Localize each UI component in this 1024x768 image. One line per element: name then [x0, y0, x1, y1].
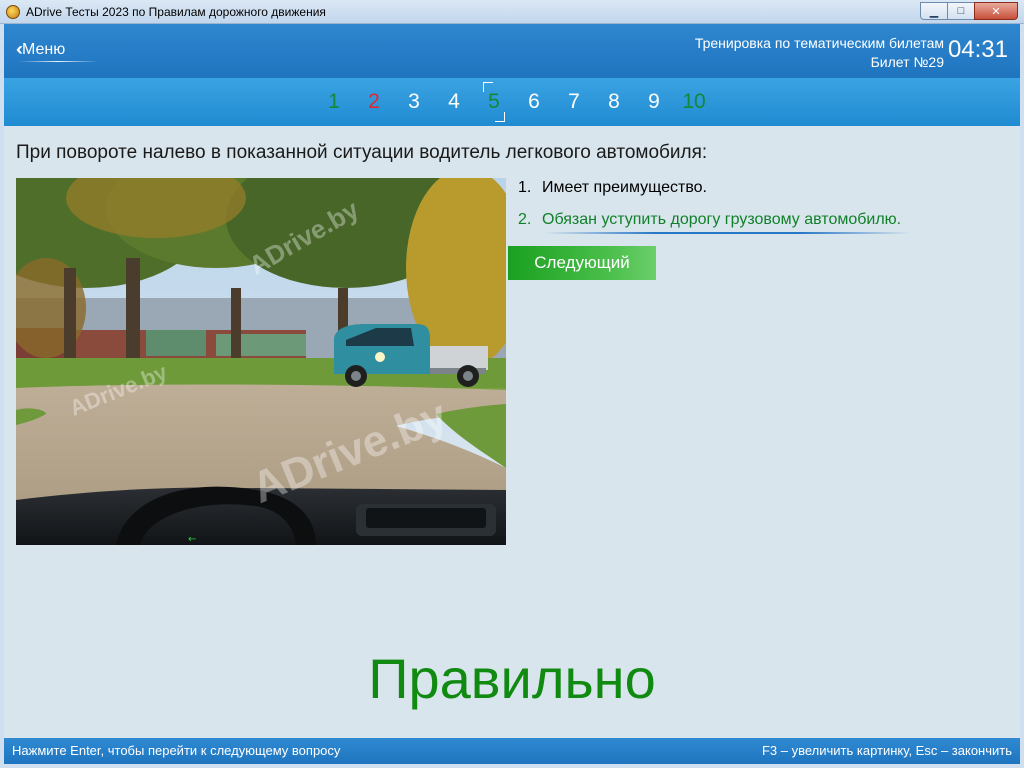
- question-number[interactable]: 10: [674, 78, 714, 126]
- window-titlebar: ADrive Тесты 2023 по Правилам дорожного …: [0, 0, 1024, 24]
- question-number[interactable]: 9: [634, 78, 674, 126]
- next-button[interactable]: Следующий: [508, 246, 656, 280]
- svg-text:←: ←: [188, 534, 196, 545]
- ticket-info: Тренировка по тематическим билетам Билет…: [695, 34, 944, 72]
- app-logo-icon: [6, 5, 20, 19]
- result-text: Правильно: [368, 647, 656, 710]
- question-number[interactable]: 1: [314, 78, 354, 126]
- double-chevron-left-icon: ‹‹: [16, 39, 23, 59]
- status-hint-left: Нажмите Enter, чтобы перейти к следующем…: [12, 743, 341, 758]
- maximize-button[interactable]: □: [947, 2, 975, 20]
- question-number[interactable]: 2: [354, 78, 394, 126]
- top-header: ‹‹ Меню Тренировка по тематическим билет…: [4, 24, 1020, 78]
- question-text: При повороте налево в показанной ситуаци…: [16, 142, 708, 163]
- answer-text: Обязан уступить дорогу грузовому автомоб…: [542, 211, 902, 228]
- question-number[interactable]: 4: [434, 78, 474, 126]
- question-number[interactable]: 3: [394, 78, 434, 126]
- road-scene-illustration: ← ADrive.by ADrive.by ADrive.by: [16, 178, 506, 545]
- answer-number: 2.: [518, 211, 532, 228]
- question-number[interactable]: 7: [554, 78, 594, 126]
- maximize-icon: □: [957, 5, 965, 17]
- answer-option-1[interactable]: 1. Имеет преимущество.: [518, 178, 901, 198]
- question-numbers: 1 2 3 4 5 6 7 8 9 10: [314, 78, 714, 126]
- question-number[interactable]: 8: [594, 78, 634, 126]
- menu-label: Меню: [22, 40, 66, 58]
- question-picture[interactable]: ← ADrive.by ADrive.by ADrive.by: [16, 178, 506, 545]
- minimize-icon: ▁: [929, 5, 939, 18]
- answer-number: 1.: [518, 179, 532, 196]
- answer-text: Имеет преимущество.: [542, 179, 707, 196]
- status-bar: Нажмите Enter, чтобы перейти к следующем…: [4, 738, 1020, 764]
- app-content: ‹‹ Меню Тренировка по тематическим билет…: [4, 24, 1020, 764]
- ticket-number: Билет №29: [870, 54, 944, 70]
- question-number[interactable]: 6: [514, 78, 554, 126]
- window-title: ADrive Тесты 2023 по Правилам дорожного …: [26, 5, 326, 19]
- timer: 04:31: [947, 36, 1008, 63]
- training-mode-label: Тренировка по тематическим билетам: [694, 35, 944, 51]
- close-icon: ✕: [991, 5, 1001, 18]
- menu-underline: [18, 61, 98, 62]
- close-button[interactable]: ✕: [974, 2, 1018, 20]
- answer-underline: [544, 232, 912, 234]
- menu-button[interactable]: ‹‹ Меню: [16, 39, 65, 60]
- minimize-button[interactable]: ▁: [920, 2, 948, 20]
- answer-option-2[interactable]: 2. Обязан уступить дорогу грузовому авто…: [518, 210, 912, 234]
- status-hint-right: F3 – увеличить картинку, Esc – закончить: [761, 743, 1012, 758]
- question-number-current[interactable]: 5: [474, 78, 514, 126]
- question-navigation: 1 2 3 4 5 6 7 8 9 10: [4, 78, 1020, 126]
- answer-list: 1. Имеет преимущество. 2. Обязан уступит…: [518, 178, 912, 242]
- window-controls: ▁ □ ✕: [920, 2, 1018, 20]
